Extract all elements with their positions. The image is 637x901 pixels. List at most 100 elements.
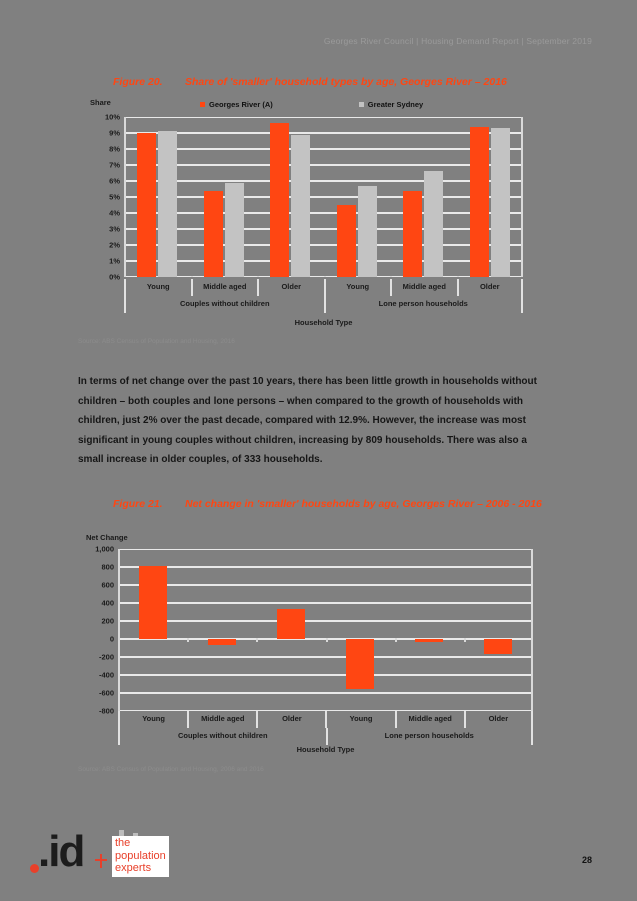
logo-cross-horizontal-icon <box>95 859 107 861</box>
figure-21-right-axis <box>531 549 533 711</box>
bar-georges-river-a--2 <box>276 609 305 639</box>
group-label-1: Lone person households <box>325 728 533 745</box>
figure-20-plot-area <box>124 117 523 277</box>
gridline <box>124 164 523 166</box>
bar-greater-sydney-1 <box>224 182 244 277</box>
y-tick-label: -200 <box>98 652 114 662</box>
category-tick <box>463 638 466 642</box>
bar-georges-river-a--5 <box>469 126 489 277</box>
gridline <box>124 244 523 246</box>
gridline <box>118 602 533 604</box>
figure-21-y-axis-title: Net Change <box>86 533 128 542</box>
group-label-1: Lone person households <box>323 296 523 313</box>
category-tick <box>456 276 459 277</box>
y-tick-label: 0 <box>109 634 114 644</box>
bar-greater-sydney-0 <box>158 131 178 277</box>
figure-21-x-axis-title: Household Type <box>296 745 355 754</box>
y-tick-label: 4% <box>109 208 120 218</box>
bar-greater-sydney-5 <box>490 128 510 277</box>
category-tick <box>257 276 259 277</box>
gridline <box>124 212 523 214</box>
figure-20-y-axis-title: Share <box>90 98 111 107</box>
y-tick-label: -400 <box>98 670 114 680</box>
document-page: Georges River Council | Housing Demand R… <box>0 0 637 901</box>
figure-21-source: Source: ABS Census of Population and Hou… <box>78 766 264 773</box>
figure-20-legend: Georges River (A) Greater Sydney <box>200 100 423 109</box>
bar-georges-river-a--5 <box>484 639 513 655</box>
figure-20-left-axis <box>124 117 126 277</box>
gridline <box>118 692 533 694</box>
category-tick <box>325 638 328 642</box>
gridline <box>118 566 533 568</box>
category-tick <box>256 638 259 642</box>
gridline <box>124 228 523 230</box>
figure-21-plot-area <box>118 549 533 711</box>
figure-21-group-axis: Couples without children Lone person hous… <box>118 728 533 745</box>
y-tick-label: 8% <box>109 144 120 154</box>
figure-21-left-axis <box>118 549 120 711</box>
gridline <box>124 148 523 150</box>
figure-20-group-axis: Couples without children Lone person hous… <box>124 296 523 313</box>
logo-line-3: experts <box>115 862 152 874</box>
figure-21-caption: Figure 21. Net change in 'smaller' househ… <box>113 498 563 511</box>
figure-20-number: Figure 20. <box>113 76 163 88</box>
category-tick <box>323 276 326 277</box>
category-tick <box>190 276 193 277</box>
category-label-5: Older <box>456 279 523 296</box>
bar-georges-river-a--4 <box>403 190 423 277</box>
bar-georges-river-a--3 <box>346 639 375 689</box>
group-label-0: Couples without children <box>118 728 326 745</box>
y-tick-label: 2% <box>109 240 120 250</box>
y-tick-label: 0% <box>109 272 120 282</box>
figure-21-number: Figure 21. <box>113 498 163 510</box>
bar-greater-sydney-2 <box>291 134 311 277</box>
gridline <box>118 584 533 586</box>
gridline <box>118 656 533 658</box>
y-tick-label: 1,000 <box>95 544 114 554</box>
category-tick <box>394 638 397 642</box>
category-label-5: Older <box>463 711 533 728</box>
figure-21-category-axis: Young Middle aged Older Young Middle aged Old… <box>118 711 533 728</box>
y-tick-label: 600 <box>101 580 114 590</box>
figure-21-title: Net change in 'smaller' households by ag… <box>185 498 542 510</box>
bar-greater-sydney-3 <box>357 185 377 277</box>
gridline <box>118 674 533 676</box>
figure-20-title: Share of 'smaller' household types by ag… <box>185 76 507 88</box>
category-label-2: Older <box>257 279 324 296</box>
legend-item-greater-sydney: Greater Sydney <box>358 100 423 109</box>
bar-georges-river-a--2 <box>270 123 290 277</box>
figure-20-x-axis-title: Household Type <box>294 318 353 327</box>
bar-georges-river-a--4 <box>415 639 444 643</box>
figure-20-category-axis: Young Middle aged Older Young Middle aged Old… <box>124 279 523 296</box>
y-tick-label: -800 <box>98 706 114 716</box>
logo-line-2: population <box>115 849 166 862</box>
y-tick-label: 6% <box>109 176 120 186</box>
category-label-4: Middle aged <box>390 279 457 296</box>
category-label-0: Young <box>118 711 187 728</box>
gridline <box>124 180 523 182</box>
bar-greater-sydney-4 <box>424 171 444 277</box>
gridline <box>124 196 523 198</box>
category-label-3: Young <box>323 279 391 296</box>
bar-georges-river-a--1 <box>207 639 236 645</box>
y-tick-label: -600 <box>98 688 114 698</box>
logo-wordmark: the population experts <box>112 836 169 877</box>
category-label-3: Young <box>325 711 394 728</box>
page-number: 28 <box>581 855 592 865</box>
gridline <box>124 260 523 262</box>
y-tick-label: 1% <box>109 256 120 266</box>
figure-20-source: Source: ABS Census of Population and Hou… <box>78 338 235 345</box>
y-tick-label: 800 <box>101 562 114 572</box>
gridline <box>124 117 523 118</box>
gridline <box>118 620 533 622</box>
category-label-1: Middle aged <box>190 279 258 296</box>
y-tick-label: 5% <box>109 192 120 202</box>
y-tick-label: 7% <box>109 160 120 170</box>
bar-georges-river-a--0 <box>138 566 167 639</box>
category-label-2: Older <box>256 711 325 728</box>
y-tick-label: 3% <box>109 224 120 234</box>
y-tick-label: 9% <box>109 128 120 138</box>
figure-20-caption: Figure 20. Share of 'smaller' household t… <box>113 76 573 89</box>
y-tick-label: 10% <box>104 112 120 122</box>
y-tick-label: 200 <box>101 616 114 626</box>
